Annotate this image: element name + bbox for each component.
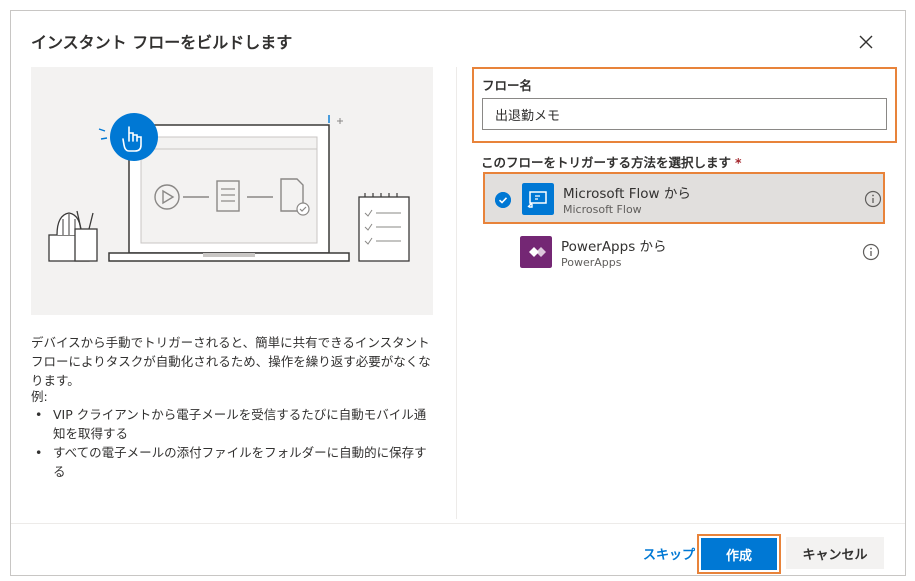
create-button[interactable]: 作成 [701, 538, 777, 570]
checkmark-circle-icon [495, 192, 511, 208]
flow-name-field-group: フロー名 [472, 67, 897, 143]
column-divider [456, 67, 457, 519]
list-item-text: すべての電子メールの添付ファイルをフォルダーに自動的に保存する [53, 445, 427, 479]
create-button-highlight: 作成 [697, 534, 781, 574]
flow-name-label: フロー名 [482, 78, 533, 93]
footer-divider [11, 523, 905, 524]
trigger-option-microsoft-flow[interactable]: Microsoft Flow から Microsoft Flow [483, 172, 885, 224]
list-item-text: VIP クライアントから電子メールを受信するたびに自動モバイル通知を取得する [53, 407, 427, 441]
info-icon[interactable] [862, 243, 880, 261]
dialog-description: デバイスから手動でトリガーされると、簡単に共有できるインスタント フローによりタ… [31, 335, 431, 388]
microsoft-flow-icon [522, 183, 554, 215]
required-mark: * [735, 155, 742, 170]
powerapps-icon [520, 236, 552, 268]
list-item: • VIP クライアントから電子メールを受信するたびに自動モバイル通知を取得する [33, 405, 433, 443]
option-name: Microsoft Flow から [563, 186, 691, 202]
bullet-glyph: • [35, 407, 43, 422]
bullet-glyph: • [35, 445, 43, 460]
example-list: • VIP クライアントから電子メールを受信するたびに自動モバイル通知を取得する… [33, 405, 433, 481]
flow-name-input[interactable] [482, 98, 887, 130]
build-instant-flow-dialog: インスタント フローをビルドします デバイスから手動でトリガーされると、簡単に共… [10, 10, 906, 576]
trigger-label: このフローをトリガーする方法を選択します * [481, 152, 742, 171]
trigger-option-powerapps[interactable]: PowerApps から PowerApps [483, 227, 885, 279]
option-name: PowerApps から [561, 239, 667, 255]
option-subtitle: Microsoft Flow [563, 203, 642, 216]
dialog-title: インスタント フローをビルドします [31, 33, 293, 52]
illustration [31, 67, 433, 315]
laptop-illustration [48, 113, 410, 262]
example-label: 例: [31, 389, 48, 404]
list-item: • すべての電子メールの添付ファイルをフォルダーに自動的に保存する [33, 443, 433, 481]
cancel-button[interactable]: キャンセル [786, 537, 884, 569]
skip-button[interactable]: スキップ [643, 544, 695, 563]
close-icon[interactable] [855, 31, 877, 53]
trigger-label-text: このフローをトリガーする方法を選択します [481, 155, 732, 170]
option-subtitle: PowerApps [561, 256, 622, 269]
info-icon[interactable] [864, 190, 882, 208]
